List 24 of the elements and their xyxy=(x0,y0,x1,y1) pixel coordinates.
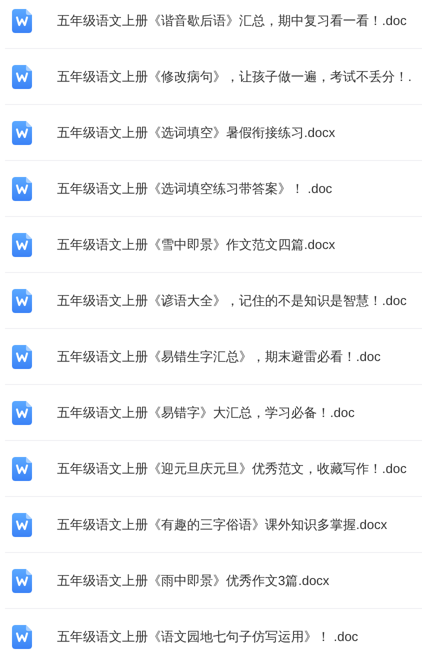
file-name[interactable]: 五年级语文上册《迎元旦庆元旦》优秀范文，收藏写作！.doc xyxy=(57,458,407,478)
file-name[interactable]: 五年级语文上册《易错生字汇总》，期末避雷必看！.doc xyxy=(57,346,381,366)
file-name[interactable]: 五年级语文上册《选词填空》暑假衔接练习.docx xyxy=(57,122,336,142)
document-icon xyxy=(12,624,32,648)
document-icon xyxy=(12,344,32,368)
file-name[interactable]: 五年级语文上册《语文园地七句子仿写运用》！ .doc xyxy=(57,626,358,646)
file-name[interactable]: 五年级语文上册《谐音歇后语》汇总，期中复习看一看！.doc xyxy=(57,10,407,30)
document-icon xyxy=(12,8,32,32)
file-name[interactable]: 五年级语文上册《雪中即景》作文范文四篇.docx xyxy=(57,234,336,254)
document-icon xyxy=(12,64,32,88)
document-icon xyxy=(12,456,32,480)
file-name[interactable]: 五年级语文上册《有趣的三字俗语》课外知识多掌握.docx xyxy=(57,514,388,534)
file-name[interactable]: 五年级语文上册《谚语大全》，记住的不是知识是智慧！.doc xyxy=(57,290,407,310)
document-icon xyxy=(12,232,32,256)
file-name[interactable]: 五年级语文上册《雨中即景》优秀作文3篇.docx xyxy=(57,570,330,590)
document-icon xyxy=(12,120,32,144)
file-name[interactable]: 五年级语文上册《选词填空练习带答案》！ .doc xyxy=(57,178,332,198)
file-name[interactable]: 五年级语文上册《易错字》大汇总，学习必备！.doc xyxy=(57,402,355,422)
document-icon xyxy=(12,288,32,312)
document-icon xyxy=(12,568,32,592)
document-icon xyxy=(12,400,32,424)
file-name[interactable]: 五年级语文上册《修改病句》，让孩子做一遍，考试不丢分！. xyxy=(57,66,412,86)
document-icon xyxy=(12,512,32,536)
document-icon xyxy=(12,176,32,200)
